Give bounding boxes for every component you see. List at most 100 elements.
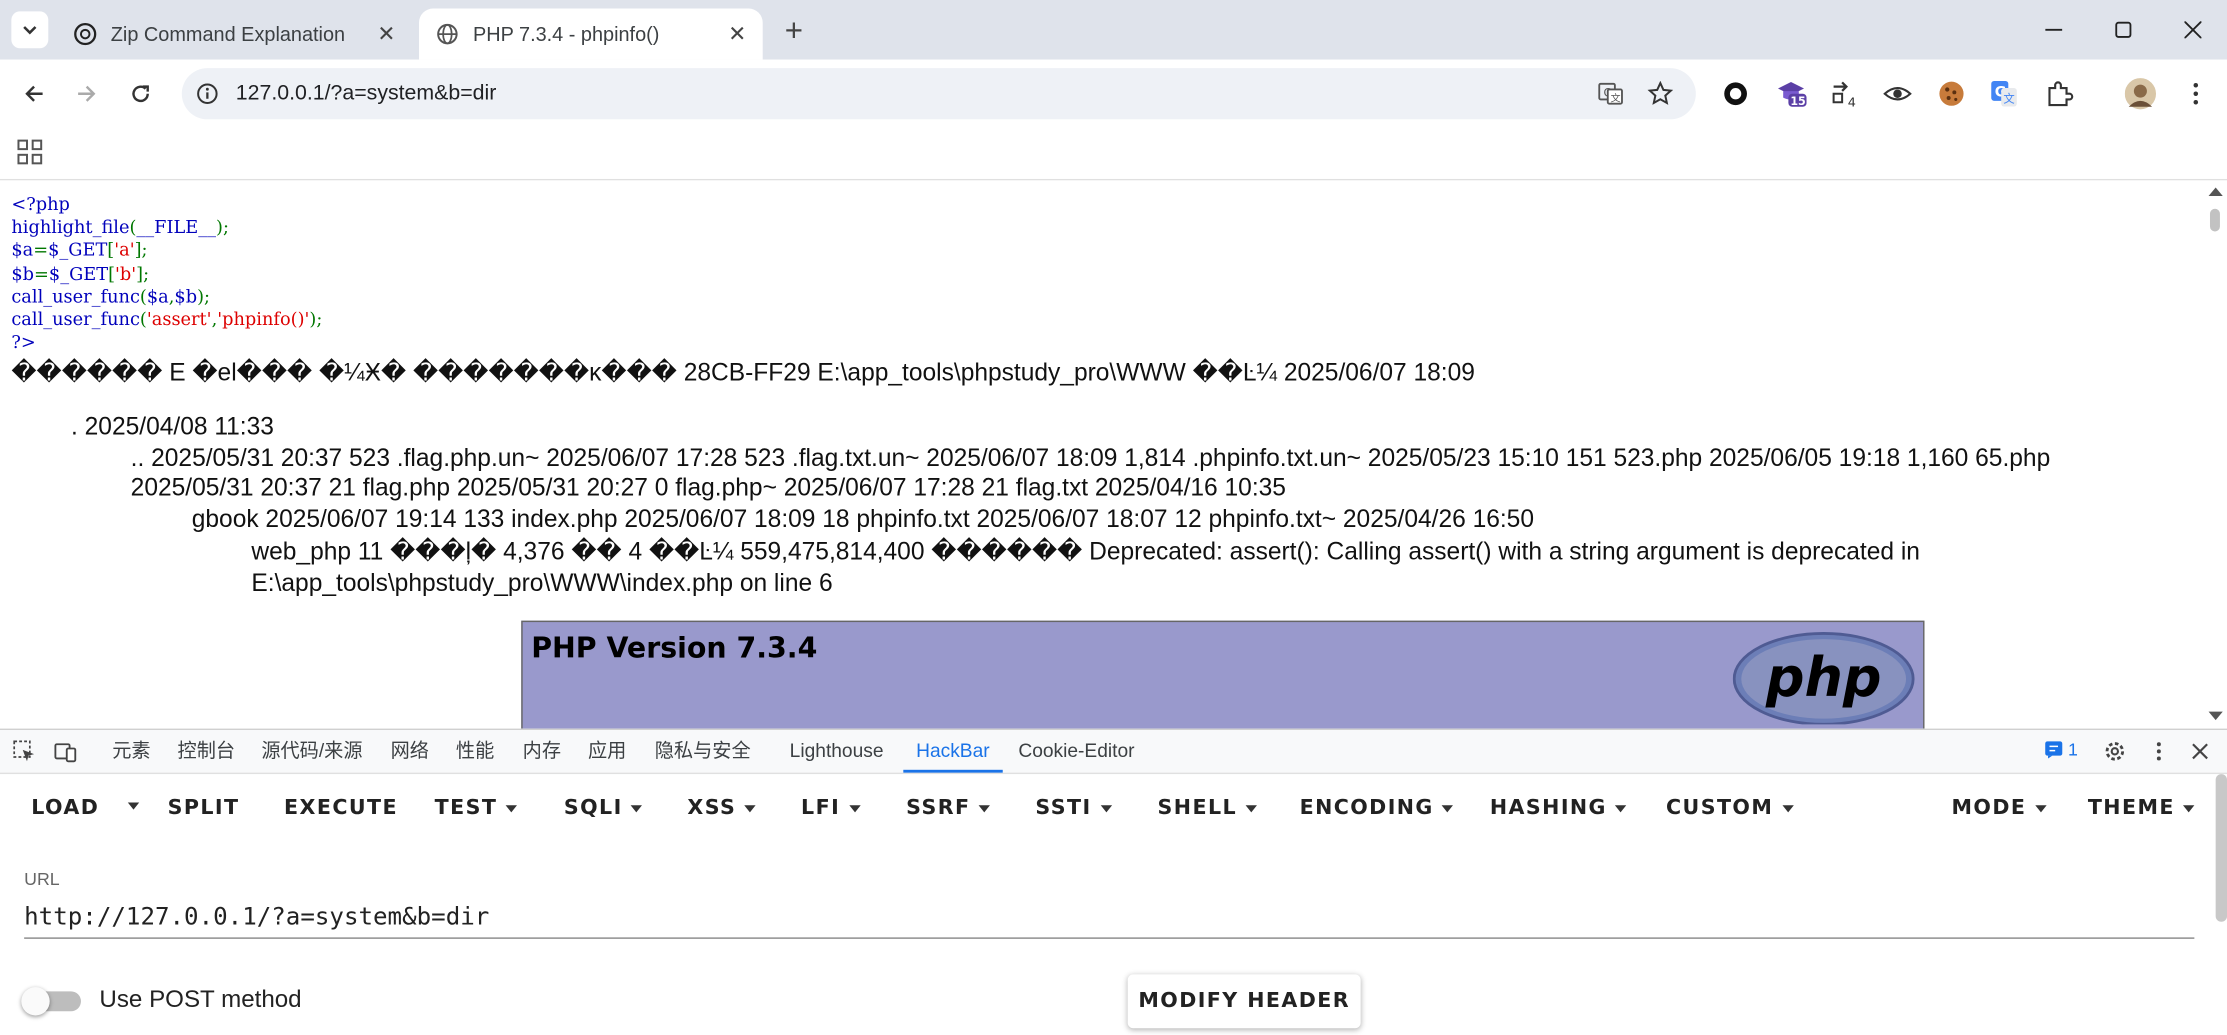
hackbar-sqli-label: SQLI <box>563 796 623 820</box>
extension-swap-icon[interactable]: 4 <box>1829 78 1860 109</box>
code-token: $_GET <box>48 262 109 284</box>
devtools-tab-cookie-editor[interactable]: Cookie-Editor <box>1018 730 1134 773</box>
code-token: ?> <box>11 331 36 353</box>
code-token: ]; <box>134 239 148 261</box>
hackbar-hashing-menu[interactable]: HASHING <box>1490 797 1627 820</box>
hackbar-ssrf-menu[interactable]: SSRF <box>906 797 991 820</box>
extension-hat-icon[interactable]: 15 <box>1775 78 1807 109</box>
minimize-button[interactable] <box>2034 11 2074 48</box>
bookmark-star-icon[interactable] <box>1646 80 1674 108</box>
device-toolbar-icon[interactable] <box>54 740 77 763</box>
php-logo-text: php <box>1765 646 1882 709</box>
reload-button[interactable] <box>121 74 161 114</box>
eye-icon[interactable] <box>1882 78 1913 109</box>
cookie-icon[interactable] <box>1936 78 1967 109</box>
scroll-down-arrow[interactable] <box>2208 711 2223 721</box>
devtools-tab-console[interactable]: 控制台 <box>178 730 236 773</box>
hackbar-execute-button[interactable]: EXECUTE <box>284 797 398 820</box>
tab-zip-command[interactable]: Zip Command Explanation ✕ <box>57 9 412 60</box>
code-token: = <box>34 262 49 284</box>
reload-icon <box>132 85 149 103</box>
new-tab-button[interactable]: + <box>777 13 811 49</box>
devtools-tab-bar: 元素 控制台 源代码/来源 网络 性能 内存 应用 隐私与安全 Lighthou… <box>0 730 2227 775</box>
code-line: ?> <box>11 331 322 354</box>
close-icon[interactable]: ✕ <box>723 20 751 48</box>
devtools-tab-lighthouse[interactable]: Lighthouse <box>790 730 884 773</box>
hackbar-mode-menu[interactable]: MODE <box>1951 796 2047 820</box>
openai-icon <box>74 23 97 46</box>
scroll-thumb[interactable] <box>2209 208 2220 232</box>
code-token: [ <box>108 262 116 284</box>
code-line: $b=$_GET['b']; <box>11 262 322 285</box>
devtools-tab-privacy[interactable]: 隐私与安全 <box>655 730 751 773</box>
post-method-toggle[interactable] <box>21 987 81 1016</box>
caret-down-icon <box>1245 804 1257 812</box>
hackbar-custom-menu[interactable]: CUSTOM <box>1666 797 1794 820</box>
hackbar-encoding-menu[interactable]: ENCODING <box>1300 797 1454 820</box>
maximize-button[interactable] <box>2103 11 2143 48</box>
caret-down-icon <box>2034 804 2047 812</box>
close-window-button[interactable] <box>2173 11 2213 48</box>
toggle-knob <box>21 987 50 1016</box>
close-icon[interactable] <box>2189 740 2212 763</box>
devtools-tab-performance[interactable]: 性能 <box>456 730 494 773</box>
modify-header-button[interactable]: MODIFY HEADER <box>1127 974 1361 1029</box>
google-translate-icon[interactable]: G文 <box>1988 78 2019 109</box>
issues-counter[interactable]: 1 <box>2044 740 2078 760</box>
code-token: ); <box>216 216 229 238</box>
hackbar-ssti-label: SSTI <box>1035 796 1092 820</box>
hackbar-xss-menu[interactable]: XSS <box>687 797 757 820</box>
url-input[interactable]: http://127.0.0.1/?a=system&b=dir <box>24 898 2195 939</box>
devtools-tab-application[interactable]: 应用 <box>588 730 626 773</box>
hackbar-mode-label: MODE <box>1951 796 2027 820</box>
devtools-tab-elements[interactable]: 元素 <box>112 730 150 773</box>
arrow-left-icon <box>25 85 43 102</box>
extensions-puzzle-icon[interactable] <box>2044 78 2075 109</box>
hackbar-shell-menu[interactable]: SHELL <box>1158 797 1257 820</box>
code-token: __FILE__ <box>136 216 217 238</box>
php-version-title: PHP Version 7.3.4 <box>531 630 818 665</box>
address-url[interactable]: 127.0.0.1/?a=system&b=dir <box>236 81 497 105</box>
hackbar-encoding-label: ENCODING <box>1299 796 1434 820</box>
scroll-up-arrow[interactable] <box>2208 187 2223 197</box>
message-icon <box>2045 741 2063 759</box>
back-button[interactable] <box>14 74 54 114</box>
avatar[interactable] <box>2124 78 2157 110</box>
hackbar-ssti-menu[interactable]: SSTI <box>1035 796 1112 820</box>
code-token: 'phpinfo()' <box>217 308 310 330</box>
kebab-menu-icon[interactable] <box>2180 78 2211 109</box>
tab-title: Zip Command Explanation <box>110 22 346 46</box>
inspect-element-icon[interactable] <box>13 740 36 763</box>
hackbar-sqli-menu[interactable]: SQLI <box>564 797 643 820</box>
tab-search-button[interactable] <box>11 11 49 49</box>
hackbar-load-button[interactable]: LOAD <box>31 797 99 820</box>
devtools-tab-sources[interactable]: 源代码/来源 <box>261 730 362 773</box>
devtools-tab-memory[interactable]: 内存 <box>523 730 561 773</box>
hackbar-test-label: TEST <box>434 796 498 820</box>
hackbar-test-menu[interactable]: TEST <box>435 797 518 820</box>
translate-icon[interactable]: G文 <box>1596 80 1624 108</box>
devtools-tab-hackbar[interactable]: HackBar <box>903 730 1003 773</box>
info-icon[interactable] <box>196 82 219 105</box>
tab-phpinfo[interactable]: PHP 7.3.4 - phpinfo() ✕ <box>418 8 763 60</box>
gear-icon[interactable] <box>2103 740 2126 763</box>
extension-circle-icon[interactable] <box>1720 78 1751 109</box>
apps-grid-icon[interactable] <box>17 139 43 165</box>
hackbar-load-dropdown[interactable] <box>119 794 140 817</box>
devtools-tab-network[interactable]: 网络 <box>391 730 429 773</box>
hackbar-split-button[interactable]: SPLIT <box>168 797 240 820</box>
forward-button[interactable] <box>67 74 107 114</box>
hackbar-lfi-label: LFI <box>801 796 841 820</box>
page-content: <?php highlight_file(__FILE__); $a=$_GET['… <box>0 180 2205 729</box>
code-token: $b <box>11 262 35 284</box>
arrow-right-icon <box>78 85 96 102</box>
minimize-icon <box>2045 28 2063 31</box>
address-bar[interactable]: 127.0.0.1/?a=system&b=dir G文 <box>181 68 1696 120</box>
devtools-scrollbar[interactable] <box>2215 774 2227 922</box>
kebab-menu-icon[interactable] <box>2147 740 2170 763</box>
hackbar-theme-menu[interactable]: THEME <box>2088 797 2195 820</box>
page-scrollbar[interactable] <box>2204 180 2227 729</box>
close-icon[interactable]: ✕ <box>372 20 400 48</box>
caret-down-icon <box>744 804 757 812</box>
hackbar-lfi-menu[interactable]: LFI <box>801 796 861 820</box>
